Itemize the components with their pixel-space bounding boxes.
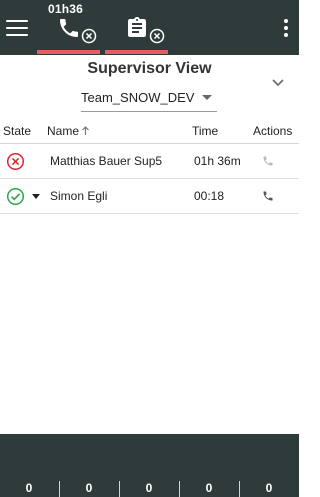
top-app-bar: 01h36 [0,0,299,55]
phone-icon [60,19,78,37]
phone-icon[interactable] [262,155,274,167]
stats-footer: 0 0 0 0 0 [0,434,299,497]
clipboard-icon [128,17,146,37]
hamburger-menu-icon[interactable] [6,20,28,38]
phone-icon[interactable] [262,190,274,202]
chevron-down-icon[interactable] [271,78,285,88]
column-header-name-label: Name [47,124,80,138]
sort-ascending-icon [82,126,89,135]
team-select-value: Team_SNOW_DEV [81,90,195,105]
column-header-name[interactable]: Name [47,124,90,138]
tab-clipboard[interactable] [105,12,168,54]
agent-time: 00:18 [194,189,225,203]
table-header: State Name Time Actions [0,118,299,144]
column-header-state: State [3,124,32,138]
tab-phone-call[interactable] [37,12,100,54]
page-title: Supervisor View [87,60,212,77]
tab-indicator [105,50,168,54]
error-state-icon [6,152,25,171]
stat-value: 0 [85,481,93,495]
stat-value: 0 [25,481,33,495]
column-header-time: Time [192,124,219,138]
check-state-icon [6,187,25,206]
more-options-icon[interactable] [283,19,289,39]
dropdown-arrow-icon [202,95,212,100]
column-header-actions: Actions [253,124,293,138]
agent-time: 01h 36m [194,154,241,168]
team-select[interactable]: Team_SNOW_DEV [81,88,217,112]
table-row: Matthias Bauer Sup5 01h 36m [0,144,299,179]
close-tab-icon[interactable] [81,28,97,44]
table-row: Simon Egli 00:18 [0,179,299,214]
stat-value: 0 [145,481,153,495]
tab-indicator [37,50,100,54]
close-tab-icon[interactable] [149,28,165,44]
agent-name: Matthias Bauer Sup5 [50,154,163,168]
expand-row-icon[interactable] [32,194,40,199]
stat-value: 0 [205,481,213,495]
stat-value: 0 [265,481,273,495]
agent-name: Simon Egli [50,189,108,203]
